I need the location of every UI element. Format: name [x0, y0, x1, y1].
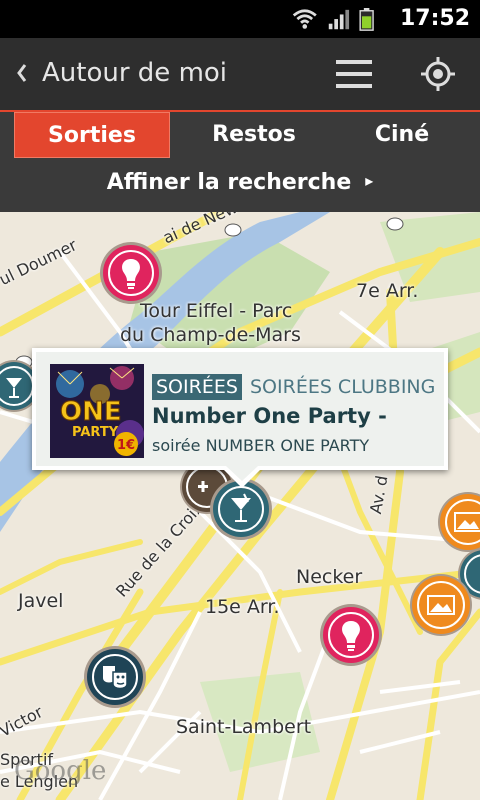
google-logo: Google — [14, 756, 107, 786]
wifi-icon — [292, 9, 317, 29]
map-label-saint-lambert: Saint-Lambert — [176, 716, 312, 738]
event-subcategory: SOIRÉES CLUBBING — [250, 376, 436, 398]
event-category-badge: SOIRÉES — [152, 374, 242, 400]
marker-light-bulb-2[interactable] — [318, 602, 384, 668]
map-view[interactable]: Tour Eiffel - Parc du Champ-de-Mars 7e A… — [0, 212, 480, 800]
theater-masks-icon — [84, 646, 146, 708]
marker-picture-top[interactable] — [436, 490, 480, 554]
event-thumbnail: ONE PARTY 1€ — [50, 364, 144, 458]
map-label-15e-arr: 15e Arr. — [205, 596, 280, 618]
status-time: 17:52 — [399, 6, 470, 31]
map-label-javel: Javel — [18, 590, 64, 612]
refine-search-button[interactable]: Affiner la recherche ▸ — [0, 160, 480, 212]
light-bulb-icon — [100, 242, 162, 304]
flyer-text-party: PARTY — [72, 425, 119, 440]
event-popup[interactable]: ONE PARTY 1€ SOIRÉES SOIRÉES CLUBBING Nu… — [32, 348, 448, 470]
back-chevron-icon[interactable] — [12, 58, 32, 88]
battery-icon — [359, 8, 374, 31]
map-label-necker: Necker — [296, 566, 363, 588]
event-description: soirée NUMBER ONE PARTY — [152, 436, 370, 455]
popup-tail — [220, 466, 264, 488]
marker-light-bulb[interactable] — [98, 240, 164, 306]
flyer-price: 1€ — [117, 438, 135, 453]
event-flyer-image: ONE PARTY 1€ — [50, 364, 144, 458]
menu-icon[interactable] — [334, 58, 374, 90]
marker-picture-bottom[interactable] — [408, 572, 474, 638]
picture-icon — [438, 492, 480, 552]
tab-cine[interactable]: Ciné — [338, 112, 466, 158]
signal-icon — [328, 9, 350, 30]
tab-sorties[interactable]: Sorties — [14, 112, 170, 158]
map-label-7e-arr: 7e Arr. — [356, 280, 419, 302]
category-tabs: Sorties Restos Ciné — [0, 112, 480, 160]
picture-icon — [410, 574, 472, 636]
status-icons — [292, 8, 374, 31]
page-title[interactable]: Autour de moi — [42, 58, 227, 88]
chevron-right-icon: ▸ — [365, 171, 374, 190]
action-bar: Autour de moi — [0, 38, 480, 112]
marker-theater[interactable] — [82, 644, 148, 710]
light-bulb-icon — [320, 604, 382, 666]
tab-restos[interactable]: Restos — [176, 112, 332, 158]
flyer-text-one: ONE — [60, 397, 122, 427]
locate-icon[interactable] — [420, 56, 456, 92]
refine-label: Affiner la recherche — [106, 170, 352, 195]
status-bar: 17:52 — [0, 0, 480, 38]
map-label-eiffel-2: du Champ-de-Mars — [120, 324, 301, 346]
event-title: Number One Party - — [152, 404, 387, 428]
